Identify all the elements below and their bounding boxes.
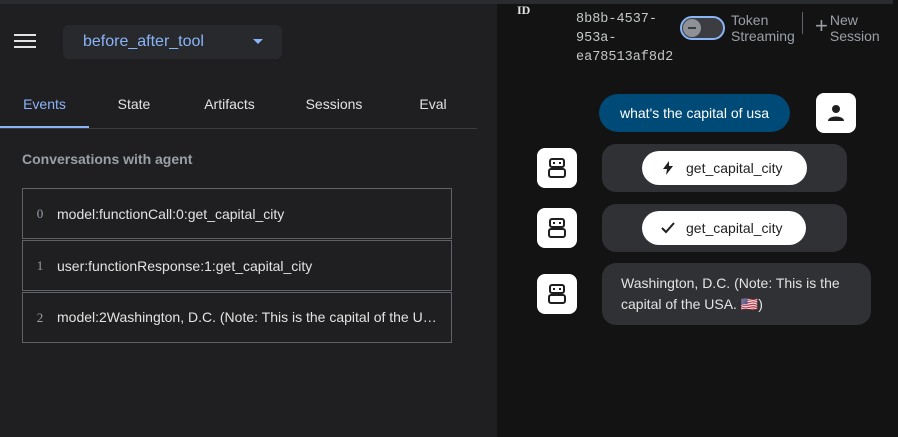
bot-avatar	[537, 274, 577, 314]
event-text: user:functionResponse:1:get_capital_city	[57, 257, 313, 274]
user-avatar	[816, 93, 856, 133]
app-selector[interactable]: before_after_tool	[63, 25, 282, 59]
bot-avatar	[537, 208, 577, 248]
streaming-label: Token Streaming	[731, 12, 795, 44]
events-title: Conversations with agent	[22, 151, 193, 167]
chevron-down-icon	[253, 39, 263, 44]
event-list: 0 model:functionCall:0:get_capital_city …	[22, 188, 452, 344]
event-index: 2	[36, 309, 44, 325]
event-row[interactable]: 1 user:functionResponse:1:get_capital_ci…	[22, 240, 452, 291]
person-icon	[828, 105, 844, 121]
robot-icon	[548, 218, 566, 238]
event-index: 1	[36, 257, 44, 273]
tab-bar: Events State Artifacts Sessions Eval	[0, 84, 477, 129]
bolt-icon	[660, 161, 676, 175]
new-session-button[interactable]: + New Session	[815, 12, 882, 44]
toggle-knob	[683, 19, 701, 37]
tab-events[interactable]: Events	[0, 84, 89, 128]
bot-reply-text: Washington, D.C. (Note: This is the capi…	[621, 275, 840, 312]
session-id-label: ID	[517, 3, 531, 17]
bot-avatar	[537, 148, 577, 188]
robot-icon	[548, 158, 566, 178]
tab-eval[interactable]: Eval	[408, 84, 458, 128]
function-call-label: get_capital_city	[686, 160, 783, 176]
plus-icon: +	[815, 13, 828, 38]
header-divider	[802, 12, 803, 34]
new-session-label: New Session	[829, 12, 880, 44]
tab-state[interactable]: State	[104, 84, 164, 128]
check-icon	[660, 222, 676, 234]
scrollbar[interactable]	[893, 0, 898, 437]
function-call-chip[interactable]: get_capital_city	[642, 151, 807, 185]
app-selector-value: before_after_tool	[83, 33, 204, 50]
function-response-chip[interactable]: get_capital_city	[642, 211, 806, 245]
function-response-label: get_capital_city	[686, 220, 783, 236]
tab-artifacts[interactable]: Artifacts	[192, 84, 267, 128]
event-row[interactable]: 0 model:functionCall:0:get_capital_city	[22, 188, 452, 239]
event-index: 0	[36, 205, 44, 221]
event-row[interactable]: 2 model:2Washington, D.C. (Note: This is…	[22, 292, 452, 343]
robot-icon	[548, 284, 566, 304]
menu-icon[interactable]	[14, 34, 36, 50]
streaming-toggle[interactable]	[680, 16, 725, 40]
event-text: model:2Washington, D.C. (Note: This is t…	[57, 309, 437, 325]
user-message: what's the capital of usa	[599, 94, 790, 132]
event-text: model:functionCall:0:get_capital_city	[57, 205, 285, 222]
tab-sessions[interactable]: Sessions	[296, 84, 372, 128]
session-id: 8b8b-4537-953a-ea78513af8d2	[576, 12, 674, 65]
